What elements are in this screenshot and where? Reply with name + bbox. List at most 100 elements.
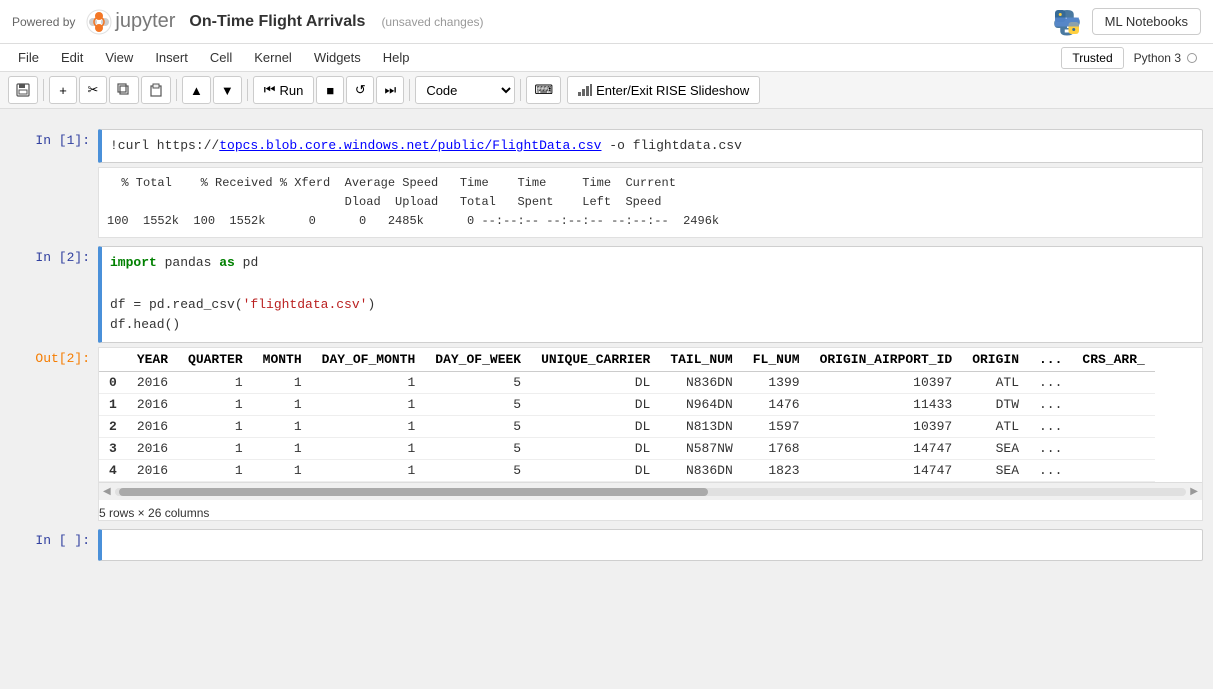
row-3-origin-id: 14747 [810,438,963,460]
row-3-origin: SEA [962,438,1029,460]
run-icon: ⏮ [264,82,276,98]
unsaved-indicator: (unsaved changes) [381,15,483,29]
row-3-year: 2016 [127,438,178,460]
df-footer: 5 rows × 26 columns [99,506,1202,520]
menu-cell[interactable]: Cell [200,46,242,69]
cell-2-output-container: Out[2]: YEAR QUARTER MONTH DAY_OF_MONTH … [10,347,1203,521]
row-0-day-of-month: 1 [312,372,426,394]
menubar: File Edit View Insert Cell Kernel Widget… [0,44,1213,72]
row-1-fl: 1476 [743,394,810,416]
cell-1-output-row: % Total % Received % Xferd Average Speed… [10,167,1203,239]
python-logo [1052,7,1082,37]
cell-2-code: import pandas as pd df = pd.read_csv('fl… [110,253,1194,336]
row-2-month: 1 [253,416,312,438]
horizontal-scrollbar[interactable]: ◀ ▶ [99,482,1202,500]
cell-1-output: % Total % Received % Xferd Average Speed… [98,167,1203,239]
rise-label: Enter/Exit RISE Slideshow [596,83,749,98]
menu-widgets[interactable]: Widgets [304,46,371,69]
menu-file[interactable]: File [8,46,49,69]
row-4-fl: 1823 [743,460,810,482]
row-1-crs [1072,394,1154,416]
row-2-day-of-week: 5 [425,416,531,438]
df-col-day-of-week: DAY_OF_WEEK [425,348,531,372]
row-3-ellipsis: ... [1029,438,1072,460]
menu-help[interactable]: Help [373,46,420,69]
paste-cell-button[interactable] [141,76,171,104]
jupyter-logo-svg [85,8,113,36]
empty-cell: In [ ]: [10,529,1203,561]
menu-insert[interactable]: Insert [145,46,198,69]
cell-2-row: In [2]: import pandas as pd df = pd.read… [10,246,1203,343]
row-0-ellipsis: ... [1029,372,1072,394]
row-2-year: 2016 [127,416,178,438]
toolbar: + ✂ ▲ ▼ ⏮ Run ■ ↺ ⏭ Code Markdown Raw NB… [0,72,1213,109]
move-cell-down-button[interactable]: ▼ [213,76,242,104]
row-4-ellipsis: ... [1029,460,1072,482]
row-3-month: 1 [253,438,312,460]
copy-cell-button[interactable] [109,76,139,104]
stop-button[interactable]: ■ [316,76,344,104]
save-button[interactable] [8,76,38,104]
rise-button[interactable]: Enter/Exit RISE Slideshow [567,76,760,104]
ml-notebooks-button[interactable]: ML Notebooks [1092,8,1201,35]
cell-2: In [2]: import pandas as pd df = pd.read… [10,246,1203,343]
row-1-quarter: 1 [178,394,253,416]
df-col-year: YEAR [127,348,178,372]
row-4-month: 1 [253,460,312,482]
row-4-carrier: DL [531,460,660,482]
table-row: 2 2016 1 1 1 5 DL N813DN 1597 10397 ATL … [99,416,1155,438]
menu-kernel[interactable]: Kernel [244,46,302,69]
kernel-name: Python 3 [1134,51,1181,65]
row-2-origin-id: 10397 [810,416,963,438]
cell-1-input[interactable]: !curl https://topcs.blob.core.windows.ne… [98,129,1203,163]
run-button[interactable]: ⏮ Run [253,76,315,104]
row-2-tail: N813DN [660,416,742,438]
dl-header-1: % Total % Received % Xferd Average Speed… [107,174,1194,193]
df-col-origin: ORIGIN [962,348,1029,372]
cell-2-input[interactable]: import pandas as pd df = pd.read_csv('fl… [98,246,1203,343]
scroll-track[interactable] [115,488,1187,496]
restart-button[interactable]: ↺ [346,76,374,104]
cell-1-output-container: % Total % Received % Xferd Average Speed… [10,167,1203,239]
app-name: jupyter [115,10,175,33]
row-0-quarter: 1 [178,372,253,394]
table-row: 3 2016 1 1 1 5 DL N587NW 1768 14747 SEA … [99,438,1155,460]
row-0-carrier: DL [531,372,660,394]
row-3-fl: 1768 [743,438,810,460]
cell-1-prompt: In [1]: [10,129,90,148]
topbar: Powered by jupyter On-Time Flight Arriva… [0,0,1213,44]
trusted-button[interactable]: Trusted [1061,47,1123,69]
menu-view[interactable]: View [95,46,143,69]
dl-header-2: Dload Upload Total Spent Left Speed [107,193,1194,212]
row-3-quarter: 1 [178,438,253,460]
scroll-right-arrow[interactable]: ▶ [1190,486,1198,497]
cell-type-select[interactable]: Code Markdown Raw NBConvert Heading [415,76,515,104]
cut-cell-button[interactable]: ✂ [79,76,107,104]
move-cell-up-button[interactable]: ▲ [182,76,211,104]
cell-1-row: In [1]: !curl https://topcs.blob.core.wi… [10,129,1203,163]
df-col-month: MONTH [253,348,312,372]
row-4-day-of-month: 1 [312,460,426,482]
df-col-tail-num: TAIL_NUM [660,348,742,372]
row-4-day-of-week: 5 [425,460,531,482]
row-2-origin: ATL [962,416,1029,438]
scroll-left-arrow[interactable]: ◀ [103,486,111,497]
notebook-area: In [1]: !curl https://topcs.blob.core.wi… [0,109,1213,689]
save-icon [16,83,30,97]
powered-by-text: Powered by [12,15,75,29]
restart-run-button[interactable]: ⏭ [376,76,404,104]
row-0-month: 1 [253,372,312,394]
row-3-tail: N587NW [660,438,742,460]
row-4-quarter: 1 [178,460,253,482]
add-cell-button[interactable]: + [49,76,77,104]
row-2-idx: 2 [99,416,127,438]
menu-edit[interactable]: Edit [51,46,93,69]
row-4-origin-id: 14747 [810,460,963,482]
keyboard-shortcuts-button[interactable]: ⌨ [526,76,561,104]
df-header-row: YEAR QUARTER MONTH DAY_OF_MONTH DAY_OF_W… [99,348,1155,372]
empty-cell-input[interactable] [98,529,1203,561]
paste-icon [149,83,163,97]
row-1-day-of-month: 1 [312,394,426,416]
run-label: Run [279,83,303,98]
notebook-title: On-Time Flight Arrivals [189,13,365,31]
